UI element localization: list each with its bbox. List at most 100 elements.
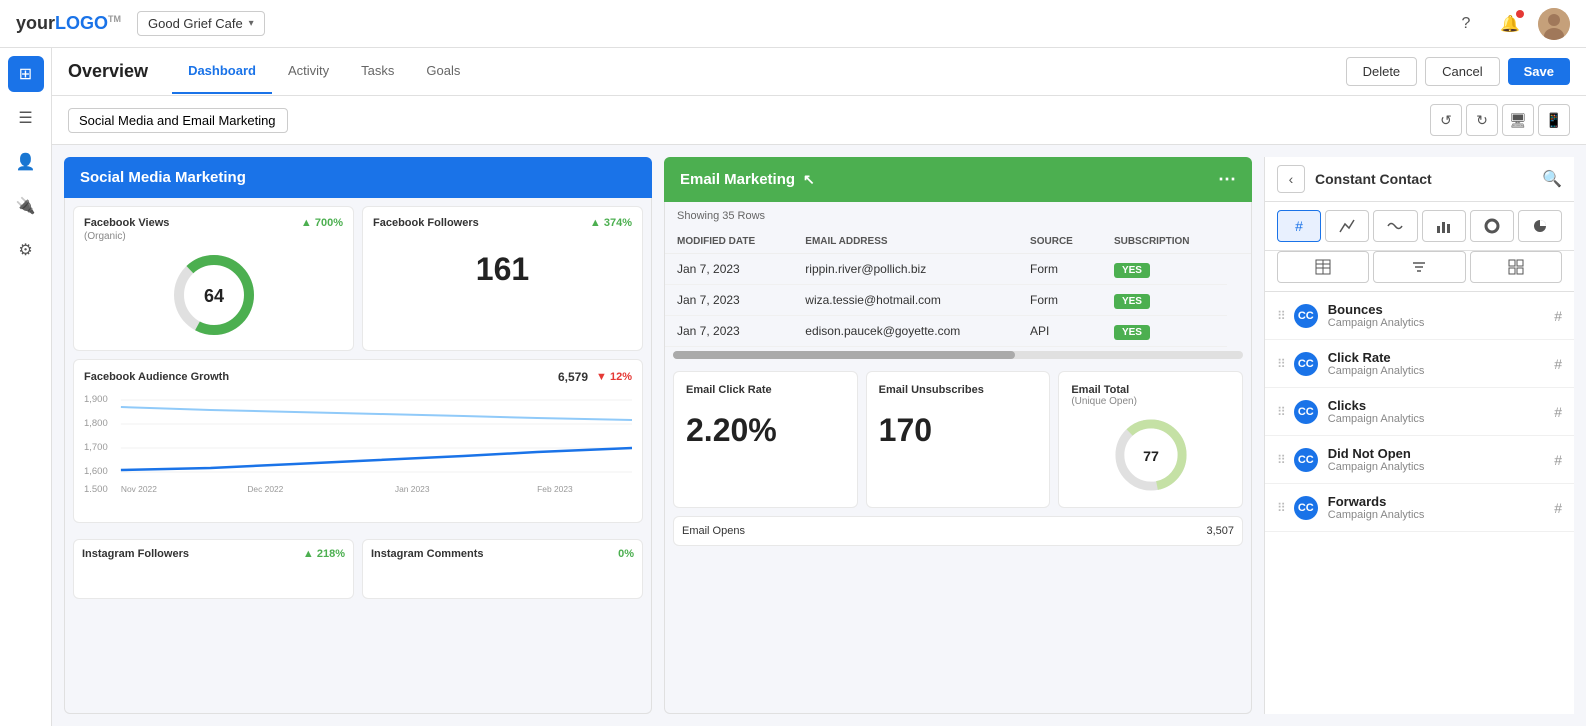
fb-views-donut: 64 bbox=[84, 250, 343, 340]
email-click-rate-widget: Email Click Rate 2.20% bbox=[673, 371, 858, 508]
mobile-view-button[interactable]: 📱 bbox=[1538, 104, 1570, 136]
tab-tasks[interactable]: Tasks bbox=[345, 49, 410, 94]
tab-dashboard[interactable]: Dashboard bbox=[172, 49, 272, 94]
sidebar-icon-users[interactable]: 👤 bbox=[8, 144, 44, 180]
left-sidebar: ⊞ ☰ 👤 🔌 ⚙ bbox=[0, 48, 52, 726]
wt-bar[interactable] bbox=[1422, 210, 1466, 242]
email-marketing-header: Email Marketing ↖ ⋯ bbox=[664, 157, 1252, 202]
sidebar-item-click-rate[interactable]: ⠿ CC Click Rate Campaign Analytics # bbox=[1265, 340, 1574, 388]
item-info-clicks: Clicks Campaign Analytics bbox=[1328, 398, 1554, 425]
col-source: Source bbox=[1018, 230, 1102, 254]
notification-icon[interactable]: 🔔 bbox=[1494, 8, 1526, 40]
email-marketing-panel: Email Marketing ↖ ⋯ Showing 35 Rows Modi… bbox=[664, 157, 1252, 714]
undo-button[interactable]: ↺ bbox=[1430, 104, 1462, 136]
col-email-address: Email Address bbox=[793, 230, 1018, 254]
row3-date: Jan 7, 2023 bbox=[665, 316, 793, 347]
instagram-followers-widget: Instagram Followers ▲ 218% bbox=[73, 539, 354, 599]
ig-comments-title: Instagram Comments bbox=[371, 548, 483, 560]
sidebar-search-icon[interactable]: 🔍 bbox=[1542, 169, 1562, 189]
org-selector[interactable]: Good Grief Cafe ▾ bbox=[137, 11, 265, 36]
wt-grid[interactable] bbox=[1470, 251, 1562, 283]
fb-views-title: Facebook Views bbox=[84, 217, 169, 229]
sidebar-icon-list[interactable]: ☰ bbox=[8, 100, 44, 136]
email-opens-row: Email Opens 3,507 bbox=[665, 516, 1251, 554]
sidebar-item-clicks[interactable]: ⠿ CC Clicks Campaign Analytics # bbox=[1265, 388, 1574, 436]
dashboard-name-input[interactable] bbox=[68, 108, 288, 133]
row1-source: Form bbox=[1018, 254, 1102, 285]
social-media-header: Social Media Marketing bbox=[64, 157, 652, 198]
sidebar-icon-settings[interactable]: ⚙ bbox=[8, 232, 44, 268]
right-sidebar: ‹ Constant Contact 🔍 # bbox=[1264, 157, 1574, 714]
email-total-title: Email Total bbox=[1071, 384, 1230, 396]
wt-number[interactable]: # bbox=[1277, 210, 1321, 242]
item-info-bounces: Bounces Campaign Analytics bbox=[1328, 302, 1554, 329]
col-scroll bbox=[1227, 230, 1251, 254]
redo-button[interactable]: ↻ bbox=[1466, 104, 1498, 136]
logo-tm: TM bbox=[108, 14, 121, 24]
desktop-view-button[interactable]: 🖥 bbox=[1502, 104, 1534, 136]
item-sub-bounces: Campaign Analytics bbox=[1328, 317, 1554, 329]
item-name-did-not-open: Did Not Open bbox=[1328, 446, 1554, 461]
svg-text:1,500: 1,500 bbox=[84, 484, 108, 492]
item-name-clicks: Clicks bbox=[1328, 398, 1554, 413]
click-rate-title: Email Click Rate bbox=[686, 384, 845, 396]
growth-chart-svg: 1,900 1,800 1,700 1,600 1,500 bbox=[84, 392, 632, 492]
delete-button[interactable]: Delete bbox=[1346, 57, 1418, 86]
table-row: Jan 7, 2023 edison.paucek@goyette.com AP… bbox=[665, 316, 1251, 347]
sidebar-icon-integrations[interactable]: 🔌 bbox=[8, 188, 44, 224]
sidebar-icon-home[interactable]: ⊞ bbox=[8, 56, 44, 92]
sidebar-item-did-not-open[interactable]: ⠿ CC Did Not Open Campaign Analytics # bbox=[1265, 436, 1574, 484]
audience-growth-title: Facebook Audience Growth bbox=[84, 371, 229, 383]
item-hash-clicks: # bbox=[1554, 404, 1562, 420]
tab-goals[interactable]: Goals bbox=[410, 49, 476, 94]
notification-badge bbox=[1516, 10, 1524, 18]
wt-donut[interactable] bbox=[1470, 210, 1514, 242]
save-button[interactable]: Save bbox=[1508, 58, 1570, 85]
sidebar-back-button[interactable]: ‹ bbox=[1277, 165, 1305, 193]
item-sub-click-rate: Campaign Analytics bbox=[1328, 365, 1554, 377]
cancel-button[interactable]: Cancel bbox=[1425, 57, 1499, 86]
widget-type-row2 bbox=[1265, 251, 1574, 292]
widget-type-grid: # bbox=[1265, 202, 1574, 251]
item-hash-bounces: # bbox=[1554, 308, 1562, 324]
fb-followers-badge: ▲ 374% bbox=[590, 217, 632, 229]
instagram-comments-widget: Instagram Comments 0% bbox=[362, 539, 643, 599]
email-menu-dots[interactable]: ⋯ bbox=[1218, 169, 1236, 190]
table-header: Modified Date Email Address Source Subsc… bbox=[665, 230, 1251, 254]
email-opens-widget: Email Opens 3,507 bbox=[673, 516, 1243, 546]
row2-sub: YES bbox=[1102, 285, 1227, 316]
help-icon[interactable]: ? bbox=[1450, 8, 1482, 40]
fb-views-badge: ▲ 700% bbox=[301, 217, 343, 229]
avatar[interactable] bbox=[1538, 8, 1570, 40]
row2-source: Form bbox=[1018, 285, 1102, 316]
item-sub-did-not-open: Campaign Analytics bbox=[1328, 461, 1554, 473]
row3-source: API bbox=[1018, 316, 1102, 347]
audience-growth-badge: ▼ 12% bbox=[596, 371, 632, 383]
row3-sub: YES bbox=[1102, 316, 1227, 347]
cc-icon-clicks: CC bbox=[1294, 400, 1318, 424]
wt-pie[interactable] bbox=[1518, 210, 1562, 242]
sub-header: ↺ ↻ 🖥 📱 bbox=[52, 96, 1586, 145]
sidebar-item-forwards[interactable]: ⠿ CC Forwards Campaign Analytics # bbox=[1265, 484, 1574, 532]
row1-date: Jan 7, 2023 bbox=[665, 254, 793, 285]
ig-comments-header: Instagram Comments 0% bbox=[371, 548, 634, 562]
wt-line[interactable] bbox=[1325, 210, 1369, 242]
scroll-indicator[interactable] bbox=[673, 351, 1243, 359]
tab-activity[interactable]: Activity bbox=[272, 49, 345, 94]
email-unsubscribes-widget: Email Unsubscribes 170 bbox=[866, 371, 1051, 508]
drag-handle-icon: ⠿ bbox=[1277, 405, 1286, 419]
header-actions: Delete Cancel Save bbox=[1346, 57, 1570, 86]
item-name-bounces: Bounces bbox=[1328, 302, 1554, 317]
table-info: Showing 35 Rows bbox=[665, 202, 1251, 230]
wt-filter[interactable] bbox=[1373, 251, 1465, 283]
drag-handle-icon: ⠿ bbox=[1277, 453, 1286, 467]
widget-row-1: Facebook Views (Organic) ▲ 700% bbox=[65, 198, 651, 359]
wt-table[interactable] bbox=[1277, 251, 1369, 283]
fb-followers-value-container: 161 bbox=[373, 251, 632, 288]
app-layout: ⊞ ☰ 👤 🔌 ⚙ Overview Dashboard Activity Ta… bbox=[0, 48, 1586, 726]
fb-views-widget: Facebook Views (Organic) ▲ 700% bbox=[73, 206, 354, 351]
email-total-chart: 77 bbox=[1111, 415, 1191, 495]
wt-wave[interactable] bbox=[1373, 210, 1417, 242]
fb-followers-title: Facebook Followers bbox=[373, 217, 479, 229]
sidebar-item-bounces[interactable]: ⠿ CC Bounces Campaign Analytics # bbox=[1265, 292, 1574, 340]
